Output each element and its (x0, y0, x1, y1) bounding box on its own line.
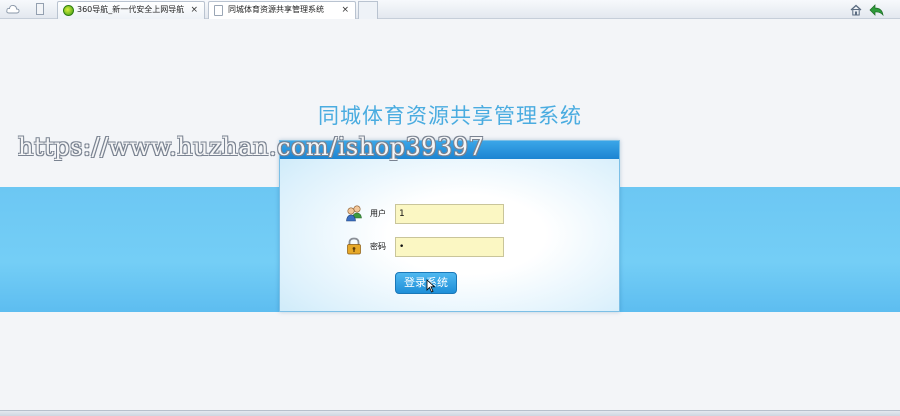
page-content: 同城体育资源共享管理系统 用户 1 密码 • 登录系统 https://www.… (0, 20, 900, 410)
watermark: https://www.huzhan.com/ishop39397 (18, 133, 485, 161)
cloud-icon[interactable] (6, 2, 20, 16)
password-input[interactable]: • (395, 237, 504, 257)
status-bar (0, 410, 900, 416)
close-icon[interactable]: × (190, 2, 198, 18)
password-row: 密码 • (280, 236, 619, 258)
username-input[interactable]: 1 (395, 204, 504, 224)
new-tab-button[interactable] (358, 1, 378, 19)
tab-360-navigation[interactable]: 360导航_新一代安全上网导航 × (57, 1, 205, 19)
browser-tab-bar: 360导航_新一代安全上网导航 × 同城体育资源共享管理系统 × (0, 0, 900, 19)
username-label: 用户 (370, 209, 386, 218)
password-label: 密码 (370, 242, 386, 251)
document-icon (214, 5, 223, 16)
tab-system-login[interactable]: 同城体育资源共享管理系统 × (208, 1, 356, 19)
close-icon[interactable]: × (341, 2, 349, 18)
browser-360-icon (63, 5, 74, 16)
tab-title: 360导航_新一代安全上网导航 (77, 5, 185, 14)
cursor-icon (426, 278, 436, 293)
tab-title: 同城体育资源共享管理系统 (228, 5, 324, 14)
users-icon (344, 203, 364, 223)
lock-icon (344, 236, 364, 256)
home-icon[interactable] (849, 2, 863, 16)
username-row: 用户 1 (280, 203, 619, 225)
page-icon[interactable] (33, 2, 47, 16)
page-title: 同城体育资源共享管理系统 (318, 104, 582, 128)
back-arrow-icon[interactable] (869, 2, 885, 17)
login-panel: 用户 1 密码 • 登录系统 (279, 140, 620, 312)
